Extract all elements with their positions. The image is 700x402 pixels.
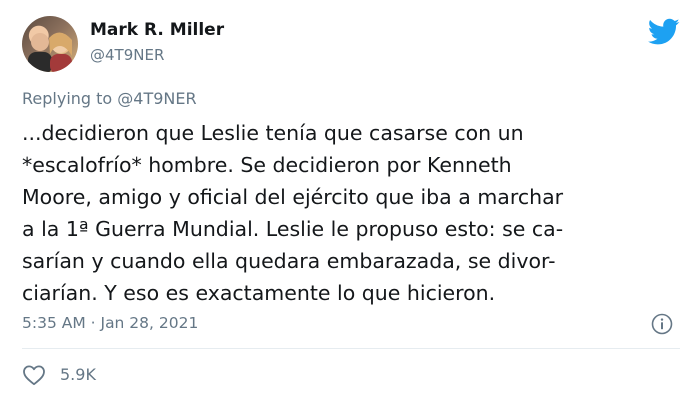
avatar-photo [28,32,72,72]
author-handle[interactable]: @4T9NER [90,46,164,64]
avatar[interactable] [22,16,78,72]
heart-icon[interactable] [22,364,46,386]
tweet-text-line: ...decidieron que Leslie tenía que casar… [22,121,524,145]
tweet-text-line: Moore, amigo y oficial del ejército que … [22,185,564,209]
tweet-text: ...decidieron que Leslie tenía que casar… [22,117,687,309]
tweet-timestamp[interactable]: 5:35 AM · Jan 28, 2021 [22,314,198,332]
author-name[interactable]: Mark R. Miller [90,20,224,40]
like-count[interactable]: 5.9K [60,365,96,384]
tweet-text-line: ciarían. Y eso es exactamente lo que hic… [22,281,496,305]
tweet-card: Mark R. Miller @4T9NER Replying to @4T9N… [0,0,700,402]
replying-handle-link[interactable]: @4T9NER [117,89,196,108]
tweet-text-line: sarían y cuando ella quedara embarazada,… [22,249,556,273]
tweet-text-line: a la 1ª Guerra Mundial. Leslie le propus… [22,217,564,241]
divider [22,348,680,349]
replying-to: Replying to @4T9NER [22,89,197,108]
tweet-text-line: *escalofrío* hombre. Se decidieron por K… [22,153,512,177]
info-icon[interactable] [651,313,673,335]
twitter-bird-icon[interactable] [648,18,680,46]
replying-prefix: Replying to [22,89,113,108]
